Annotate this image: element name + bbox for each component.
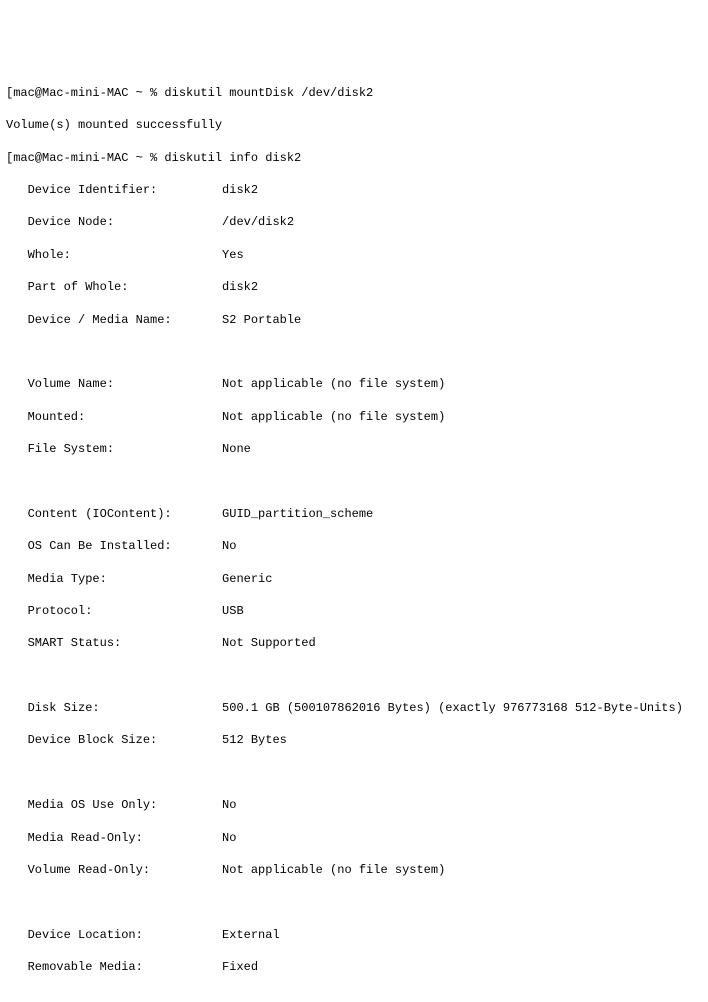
prompt-line-2: [mac@Mac-mini-MAC ~ % diskutil info disk… xyxy=(6,150,702,166)
info-device-location: Device Location: External xyxy=(6,927,702,943)
info-os-can-be-installed: OS Can Be Installed: No xyxy=(6,538,702,554)
blank-line xyxy=(6,991,702,1002)
info-disk-size: Disk Size: 500.1 GB (500107862016 Bytes)… xyxy=(6,700,702,716)
info-device-media-name: Device / Media Name: S2 Portable xyxy=(6,312,702,328)
blank-line xyxy=(6,894,702,910)
info-protocol: Protocol: USB xyxy=(6,603,702,619)
info-volume-name: Volume Name: Not applicable (no file sys… xyxy=(6,376,702,392)
info-smart-status: SMART Status: Not Supported xyxy=(6,635,702,651)
info-part-of-whole: Part of Whole: disk2 xyxy=(6,279,702,295)
info-media-type: Media Type: Generic xyxy=(6,571,702,587)
info-device-node: Device Node: /dev/disk2 xyxy=(6,214,702,230)
output-mount-success: Volume(s) mounted successfully xyxy=(6,117,702,133)
terminal-output[interactable]: [mac@Mac-mini-MAC ~ % diskutil mountDisk… xyxy=(6,69,702,1002)
info-volume-read-only: Volume Read-Only: Not applicable (no fil… xyxy=(6,862,702,878)
blank-line xyxy=(6,473,702,489)
info-media-read-only: Media Read-Only: No xyxy=(6,830,702,846)
blank-line xyxy=(6,765,702,781)
info-whole: Whole: Yes xyxy=(6,247,702,263)
info-file-system: File System: None xyxy=(6,441,702,457)
info-mounted: Mounted: Not applicable (no file system) xyxy=(6,409,702,425)
info-removable-media: Removable Media: Fixed xyxy=(6,959,702,975)
info-device-identifier: Device Identifier: disk2 xyxy=(6,182,702,198)
info-device-block-size: Device Block Size: 512 Bytes xyxy=(6,732,702,748)
prompt-line-1: [mac@Mac-mini-MAC ~ % diskutil mountDisk… xyxy=(6,85,702,101)
blank-line xyxy=(6,668,702,684)
blank-line xyxy=(6,344,702,360)
info-content-iocontent: Content (IOContent): GUID_partition_sche… xyxy=(6,506,702,522)
info-media-os-use-only: Media OS Use Only: No xyxy=(6,797,702,813)
